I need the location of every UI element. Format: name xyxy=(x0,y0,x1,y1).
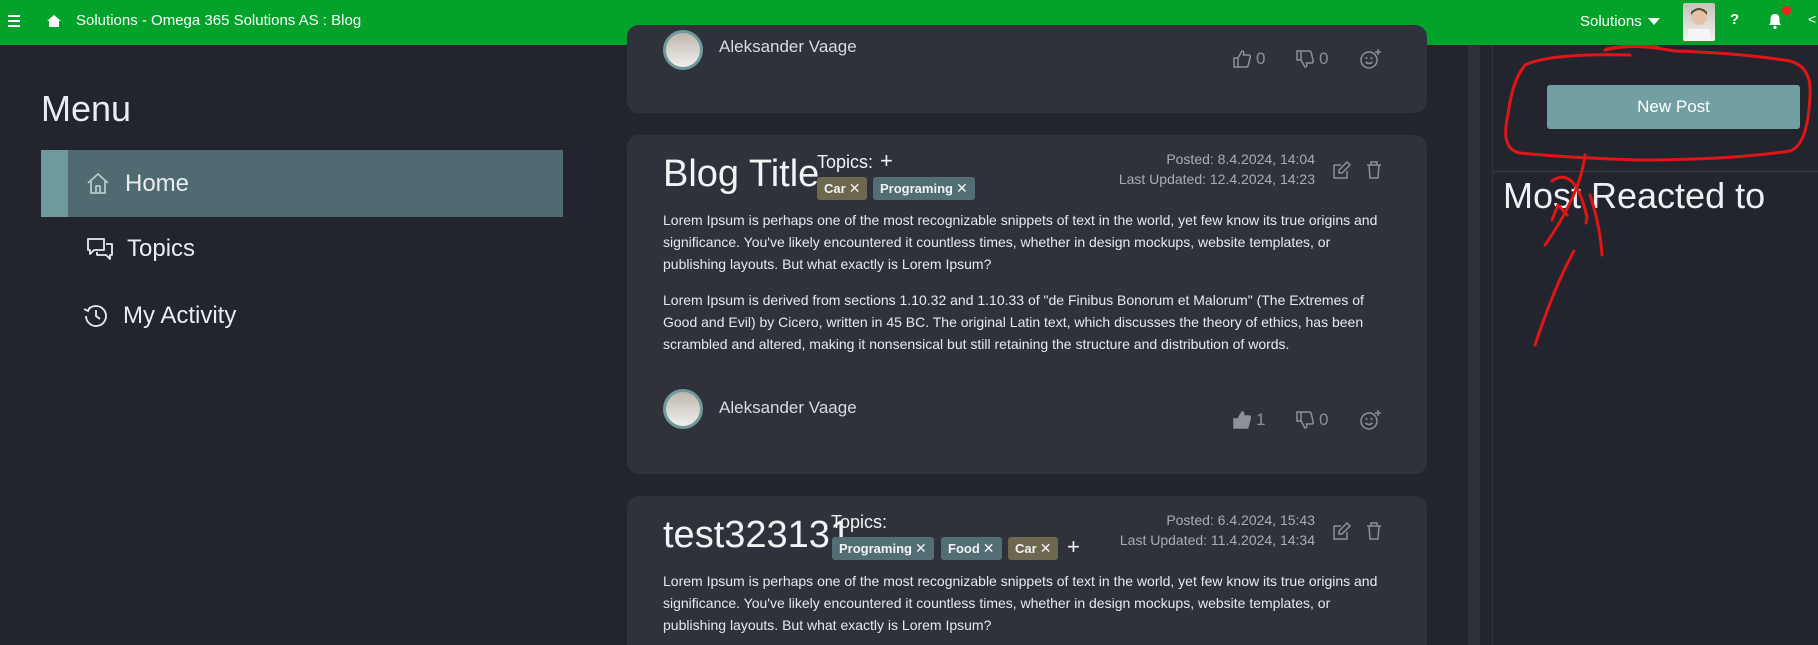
dislike-button[interactable]: 0 xyxy=(1295,410,1328,430)
thumbs-down-icon xyxy=(1296,411,1315,429)
sidebar-item-label: Topics xyxy=(127,234,196,262)
post-dates: Posted: 6.4.2024, 15:43 Last Updated: 11… xyxy=(1120,510,1315,550)
post-paragraph: Lorem Ipsum is derived from sections 1.1… xyxy=(663,292,1364,352)
chevron-down-icon xyxy=(1647,18,1660,25)
collapse-icon[interactable]: < xyxy=(1808,11,1816,27)
like-button[interactable]: 0 xyxy=(1232,49,1265,69)
topic-tag-label: Programing xyxy=(839,541,912,556)
chat-bubbles-icon xyxy=(85,234,115,264)
thumbs-up-icon xyxy=(1233,411,1252,429)
edit-icon[interactable] xyxy=(1331,161,1351,181)
topic-tag-label: Car xyxy=(824,181,846,196)
divider xyxy=(1493,171,1818,172)
blog-post-card: Aleksander Vaage 0 0 xyxy=(627,25,1427,113)
updated-date: Last Updated: 11.4.2024, 14:34 xyxy=(1119,532,1315,548)
add-reaction-icon[interactable] xyxy=(1359,47,1383,71)
thumbs-down-icon xyxy=(1296,50,1315,68)
posted-date: Posted: 8.4.2024, 14:04 xyxy=(1166,151,1315,167)
post-paragraph: Lorem Ipsum is perhaps one of the most r… xyxy=(663,573,1378,633)
topic-tag[interactable]: Car ✕ xyxy=(817,177,868,200)
dislike-count: 0 xyxy=(1319,410,1329,429)
home-icon[interactable] xyxy=(46,13,62,29)
notification-badge xyxy=(1782,6,1791,15)
notification-bell-icon[interactable] xyxy=(1766,12,1784,30)
add-topic-icon[interactable]: + xyxy=(1067,534,1080,560)
solutions-label: Solutions xyxy=(1580,13,1642,30)
remove-tag-icon[interactable]: ✕ xyxy=(956,180,968,197)
remove-tag-icon[interactable]: ✕ xyxy=(1040,540,1052,557)
topic-tag[interactable]: Car ✕ xyxy=(1008,537,1059,560)
solutions-dropdown[interactable]: Solutions xyxy=(1580,13,1660,30)
sidebar-item-label: My Activity xyxy=(123,301,237,329)
history-icon xyxy=(81,301,111,331)
hamburger-menu-icon[interactable] xyxy=(8,12,21,32)
topic-tag[interactable]: Programing ✕ xyxy=(832,537,934,560)
posted-date: Posted: 6.4.2024, 15:43 xyxy=(1166,512,1315,528)
topic-tag[interactable]: Programing ✕ xyxy=(873,177,975,200)
remove-tag-icon[interactable]: ✕ xyxy=(915,540,927,557)
menu-title: Menu xyxy=(41,88,132,129)
post-paragraph: Lorem Ipsum is perhaps one of the most r… xyxy=(663,212,1378,272)
dislike-count: 0 xyxy=(1319,49,1329,68)
like-count: 1 xyxy=(1256,410,1266,429)
author-avatar[interactable] xyxy=(663,389,703,429)
trash-icon[interactable] xyxy=(1364,160,1384,180)
remove-tag-icon[interactable]: ✕ xyxy=(849,180,861,197)
thumbs-up-icon xyxy=(1233,50,1252,68)
help-icon[interactable]: ? xyxy=(1730,11,1739,28)
user-avatar[interactable] xyxy=(1683,3,1715,41)
scrollbar[interactable] xyxy=(1468,45,1480,645)
add-topic-icon[interactable]: + xyxy=(880,148,893,174)
topic-tag-label: Food xyxy=(948,541,980,556)
topic-tag-label: Programing xyxy=(880,181,953,196)
remove-tag-icon[interactable]: ✕ xyxy=(983,540,995,557)
topic-tag[interactable]: Food ✕ xyxy=(941,537,1002,560)
blog-post-card: Blog Title Topics: + Car ✕ Programing ✕ Po… xyxy=(627,135,1427,474)
author-name[interactable]: Aleksander Vaage xyxy=(719,398,857,418)
sidebar-item-my-activity[interactable]: My Activity xyxy=(41,282,563,349)
sidebar-item-home[interactable]: Home xyxy=(41,150,563,217)
home-icon xyxy=(83,169,113,199)
author-avatar[interactable] xyxy=(663,30,703,70)
app-title[interactable]: Solutions - Omega 365 Solutions AS : Blo… xyxy=(76,12,361,29)
active-indicator xyxy=(41,150,68,217)
like-count: 0 xyxy=(1256,49,1266,68)
dislike-button[interactable]: 0 xyxy=(1295,49,1328,69)
post-title[interactable]: test323131 xyxy=(663,514,851,557)
topics-label: Topics: xyxy=(817,152,874,172)
trash-icon[interactable] xyxy=(1364,521,1384,541)
updated-date: Last Updated: 12.4.2024, 14:23 xyxy=(1118,171,1315,187)
topic-tag-label: Car xyxy=(1015,541,1037,556)
blog-post-card: test323131 Topics: Programing ✕ Food ✕ Car… xyxy=(627,496,1427,645)
post-dates: Posted: 8.4.2024, 14:04 Last Updated: 12… xyxy=(1119,149,1315,189)
topics-label: Topics: xyxy=(831,512,888,532)
post-title[interactable]: Blog Title xyxy=(663,153,819,196)
add-reaction-icon[interactable] xyxy=(1359,408,1383,432)
author-name[interactable]: Aleksander Vaage xyxy=(719,37,857,57)
edit-icon[interactable] xyxy=(1331,522,1351,542)
sidebar-item-label: Home xyxy=(125,169,190,197)
right-panel xyxy=(1492,45,1818,645)
like-button[interactable]: 1 xyxy=(1232,410,1265,430)
most-reacted-title: Most Reacted to xyxy=(1503,175,1766,216)
sidebar-item-topics[interactable]: Topics xyxy=(41,215,563,282)
new-post-button[interactable]: New Post xyxy=(1547,85,1800,129)
